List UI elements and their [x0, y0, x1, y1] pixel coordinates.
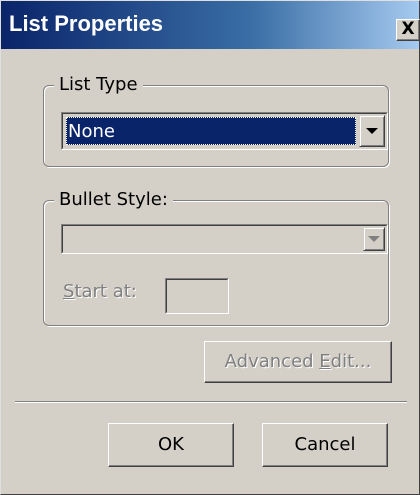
close-button[interactable]: X [396, 19, 420, 41]
chevron-down-icon [366, 128, 378, 134]
list-type-group-label: List Type [54, 74, 143, 95]
advanced-edit-button[interactable]: Advanced Edit... [204, 341, 392, 383]
bullet-style-select[interactable] [61, 224, 388, 254]
ok-button[interactable]: OK [108, 423, 234, 467]
chevron-down-icon [368, 236, 380, 242]
list-properties-dialog: List Properties X List Type None Bullet … [0, 0, 420, 495]
bullet-style-dropdown-button[interactable] [363, 227, 385, 251]
window-title: List Properties [9, 11, 164, 36]
cancel-button[interactable]: Cancel [262, 423, 388, 467]
start-at-label: Start at: [63, 281, 137, 302]
list-type-dropdown-button[interactable] [359, 115, 385, 147]
title-bar[interactable]: List Properties X [1, 1, 420, 49]
list-type-select[interactable]: None [61, 112, 388, 150]
start-at-input[interactable] [165, 278, 229, 314]
list-type-selected-value: None [66, 117, 356, 145]
dialog-separator [15, 401, 407, 403]
bullet-style-group-label: Bullet Style: [54, 189, 173, 210]
